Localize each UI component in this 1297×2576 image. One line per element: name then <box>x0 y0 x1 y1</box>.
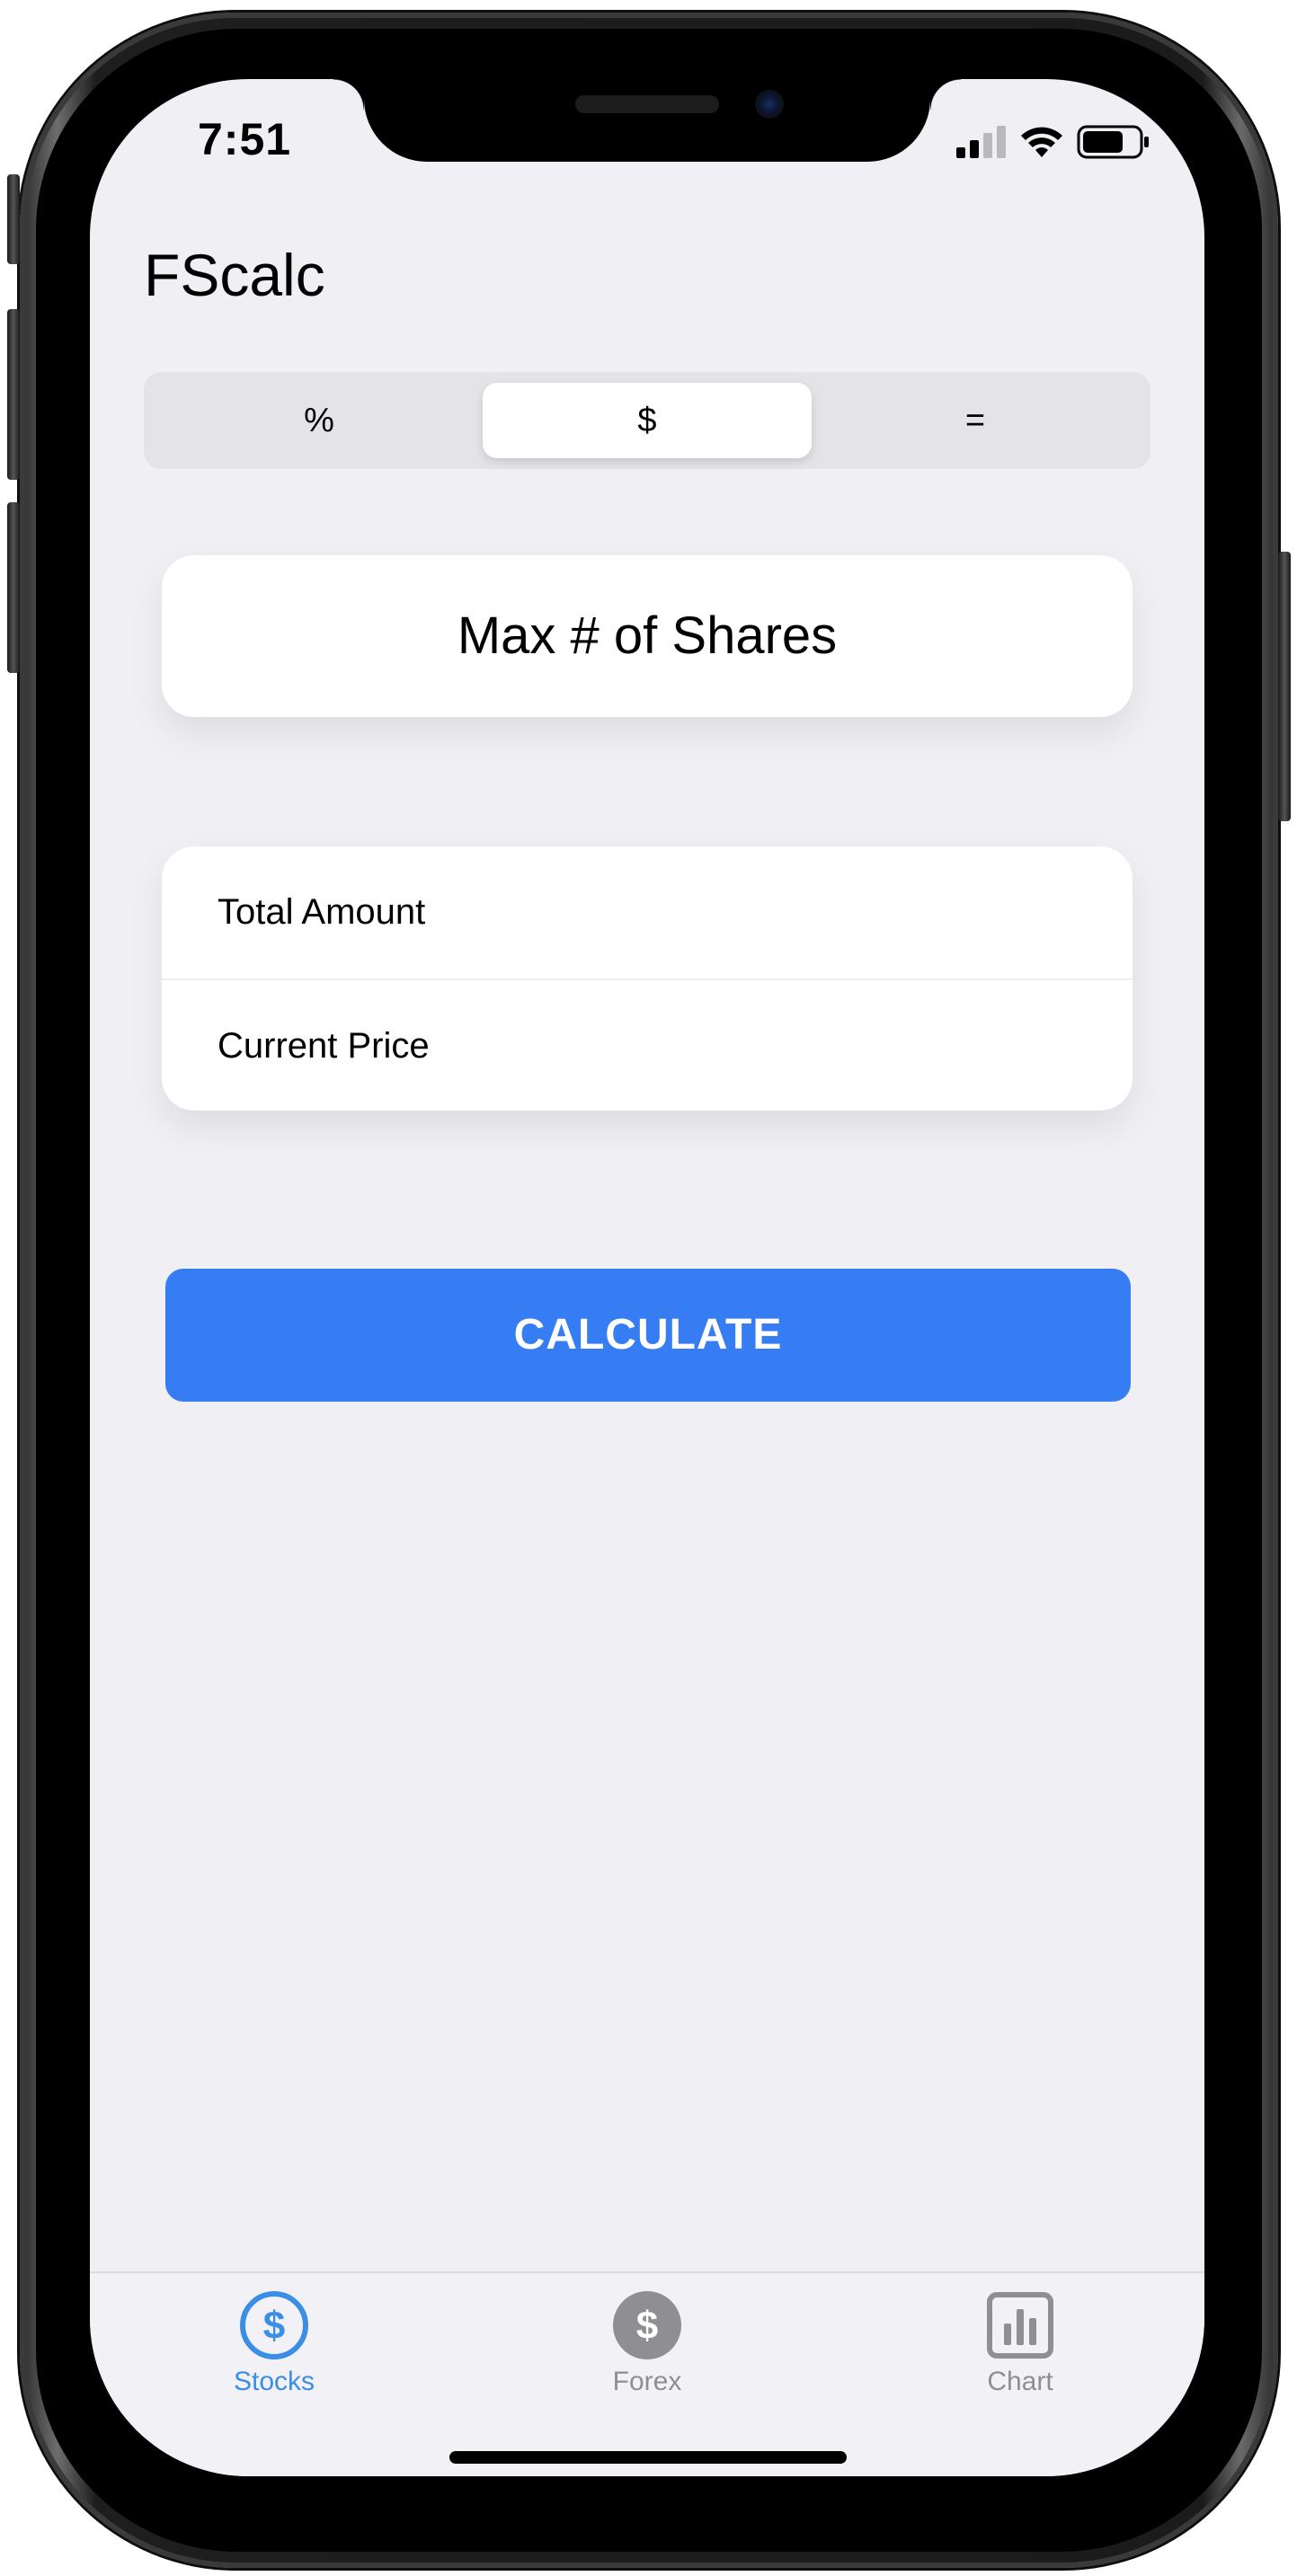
svg-text:$: $ <box>636 2304 658 2348</box>
total-amount-input[interactable] <box>216 846 1082 978</box>
wifi-icon <box>1021 127 1062 157</box>
input-fields-card <box>162 846 1133 1111</box>
calculator-title-card: Max # of Shares <box>162 555 1133 717</box>
segment-percent[interactable]: % <box>155 383 484 458</box>
tab-bar: $ Stocks $ Forex Chart <box>90 2271 1204 2476</box>
segmented-control: % $ = <box>144 372 1150 469</box>
segment-dollar[interactable]: $ <box>483 383 812 458</box>
total-amount-row <box>162 846 1133 978</box>
volume-up-button <box>7 309 20 480</box>
status-icons <box>956 124 1150 160</box>
current-price-input[interactable] <box>216 980 1082 1111</box>
power-button <box>1278 552 1291 821</box>
cellular-signal-icon <box>956 126 1006 158</box>
mute-switch <box>7 174 20 264</box>
calculate-button[interactable]: CALCULATE <box>165 1269 1131 1402</box>
tab-chart-label: Chart <box>987 2367 1053 2396</box>
current-price-row <box>162 978 1133 1111</box>
status-time: 7:51 <box>198 114 292 164</box>
app-screen: 7:51 FScalc % $ = Max # of Shares Total … <box>90 79 1204 2476</box>
dollar-circle-icon: $ <box>240 2291 308 2359</box>
tab-stocks-label: Stocks <box>233 2367 315 2396</box>
notch <box>333 79 961 162</box>
tab-forex[interactable]: $ Forex <box>548 2289 746 2397</box>
svg-text:$: $ <box>263 2304 285 2348</box>
dollar-filled-circle-icon: $ <box>613 2291 681 2359</box>
tab-chart[interactable]: Chart <box>921 2289 1119 2397</box>
bar-chart-icon <box>987 2292 1053 2359</box>
battery-icon <box>1077 125 1149 159</box>
segment-equals[interactable]: = <box>811 383 1140 458</box>
tab-forex-label: Forex <box>612 2367 682 2396</box>
front-camera <box>755 90 784 119</box>
earpiece-speaker <box>575 95 719 113</box>
home-indicator[interactable] <box>449 2451 847 2464</box>
app-title: FScalc <box>144 242 325 308</box>
volume-down-button <box>7 502 20 673</box>
tab-stocks[interactable]: $ Stocks <box>175 2289 373 2397</box>
